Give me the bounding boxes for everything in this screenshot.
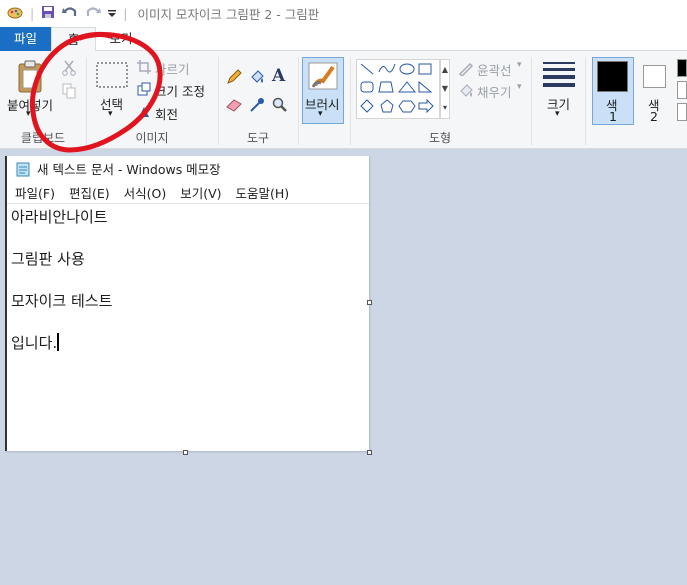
annotation-circle (29, 31, 163, 153)
